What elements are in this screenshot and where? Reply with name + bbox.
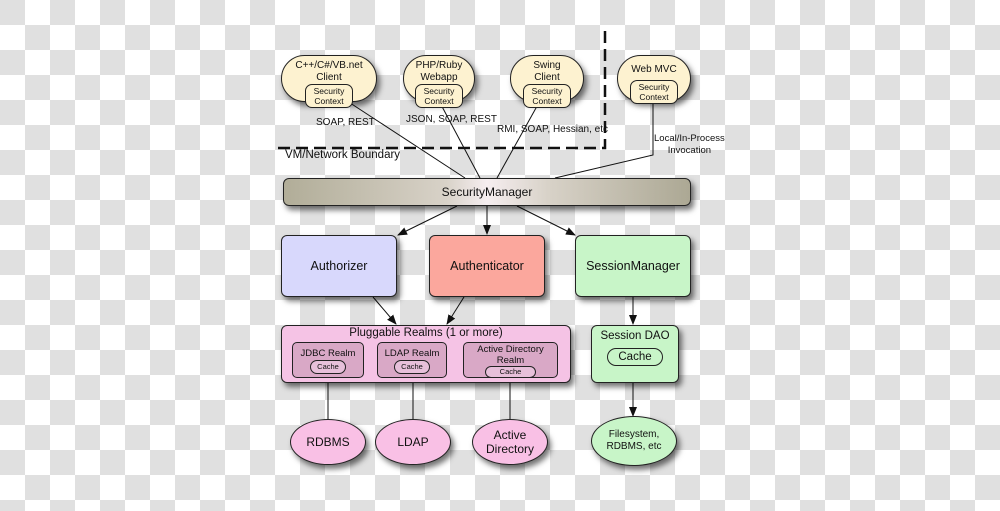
client-web-mvc: Web MVC Security Context [617,55,691,104]
datastore-rdbms: RDBMS [290,419,366,465]
vm-boundary-label: VM/Network Boundary [285,149,401,161]
client-php: PHP/Ruby Webapp Security Context [403,55,475,108]
security-context-line1: Security [638,82,670,92]
jdbc-cache: Cache [310,360,346,374]
ldap-cache: Cache [394,360,430,374]
security-manager: SecurityManager [283,178,691,206]
client-cpp: C++/C#/VB.net Client Security Context [281,55,377,108]
client-swing-label2: Client [534,72,560,83]
client-swing-label1: Swing [533,60,561,71]
jdbc-realm-label: JDBC Realm [300,348,356,359]
client-swing: Swing Client Security Context [510,55,584,108]
security-context-line1: Security [313,86,345,96]
ad-label2: Directory [485,442,534,456]
client-cpp-label2: Client [316,72,342,83]
arrow-to-session-manager [516,205,576,236]
protocol-web-line2: Invocation [667,145,712,156]
protocol-web-line1: Local/In-Process [654,133,725,144]
protocol-label-web: Local/In-Process Invocation [654,133,725,157]
protocol-label-swing: RMI, SOAP, Hessian, etc [497,124,608,135]
arrow-authenticator-realms [446,296,465,325]
authorizer: Authorizer [281,235,397,297]
rdbms-label: RDBMS [306,435,350,449]
ad-realm-label1: Active Directory [477,344,544,355]
jdbc-realm: JDBC Realm Cache [292,342,364,378]
arrow-authorizer-realms [372,296,397,325]
pluggable-realms: Pluggable Realms (1 or more) JDBC Realm … [281,325,571,383]
ldap-label: LDAP [397,435,429,449]
security-context: Security Context [523,84,571,108]
client-php-label1: PHP/Ruby [415,60,463,71]
active-directory-realm: Active Directory Realm Cache [463,342,558,378]
connector-swing [496,98,542,179]
session-dao-cache: Cache [607,348,663,366]
ldap-realm: LDAP Realm Cache [377,342,447,378]
datastore-ldap: LDAP [375,419,451,465]
client-php-label2: Webapp [420,72,458,83]
connector-cpp [343,98,466,179]
security-context-line2: Context [424,96,454,106]
security-context-line2: Context [532,96,562,106]
connector-php [437,98,481,179]
ldap-realm-label: LDAP Realm [384,348,440,359]
security-context-line2: Context [314,96,344,106]
security-context: Security Context [305,84,353,108]
fs-label2: RDBMS, etc [606,441,662,452]
arrow-to-authorizer [397,205,458,236]
datastore-active-directory: Active Directory [472,419,548,465]
authenticator: Authenticator [429,235,545,297]
security-context: Security Context [415,84,463,108]
protocol-label-cpp: SOAP, REST [316,117,375,128]
pluggable-realms-title: Pluggable Realms (1 or more) [349,327,503,339]
client-cpp-label1: C++/C#/VB.net [295,60,363,71]
fs-label1: Filesystem, [608,429,660,440]
session-dao-title: Session DAO [600,330,670,342]
session-manager: SessionManager [575,235,691,297]
security-context-line2: Context [639,92,669,102]
ad-label1: Active [493,428,527,442]
security-context-line1: Security [423,86,455,96]
security-context-line1: Security [531,86,563,96]
session-dao: Session DAO Cache [591,325,679,383]
client-web-label1: Web MVC [631,64,677,75]
protocol-label-php: JSON, SOAP, REST [406,114,497,125]
security-context: Security Context [630,80,678,104]
ad-cache: Cache [484,366,537,378]
datastore-filesystem: Filesystem, RDBMS, etc [591,416,677,466]
ad-realm-label2: Realm [496,355,525,366]
